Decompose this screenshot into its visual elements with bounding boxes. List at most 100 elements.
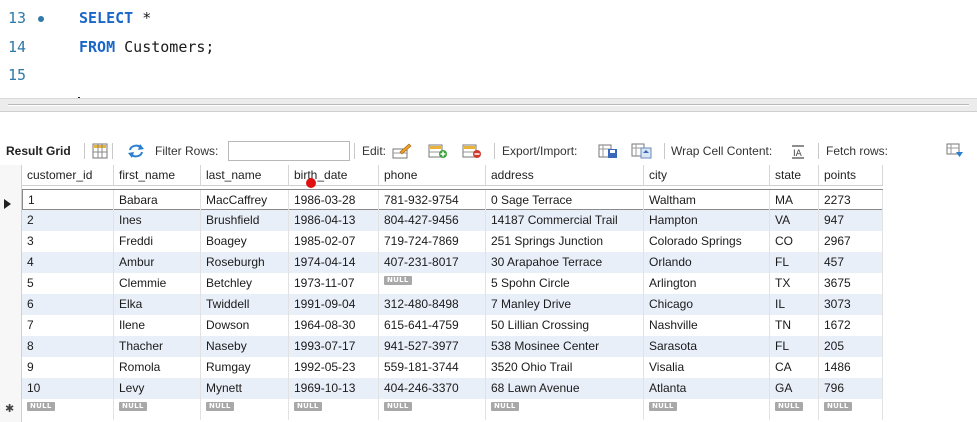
table-cell-city[interactable]: Hampton <box>644 210 770 231</box>
column-header-customer-id[interactable]: customer_id <box>22 165 114 186</box>
table-cell-address[interactable]: 68 Lawn Avenue <box>486 378 644 399</box>
table-cell-first-name[interactable]: Thacher <box>114 336 201 357</box>
table-cell-customer-id[interactable]: 7 <box>22 315 114 336</box>
sql-editor[interactable]: 13 SELECT * 14 FROM Customers; 15 <box>0 0 977 100</box>
table-cell-customer-id[interactable]: 8 <box>22 336 114 357</box>
column-header-first-name[interactable]: first_name <box>114 165 201 186</box>
table-cell-phone[interactable]: 404-246-3370 <box>379 378 486 399</box>
table-cell-phone[interactable]: NULL <box>379 399 486 420</box>
table-cell-state[interactable]: FL <box>770 252 819 273</box>
table-row[interactable]: 7 Ilene Dowson 1964-08-30 615-641-4759 50 Lil… <box>22 315 883 336</box>
table-cell-address[interactable]: 0 Sage Terrace <box>486 190 644 211</box>
table-cell-address[interactable]: 30 Arapahoe Terrace <box>486 252 644 273</box>
table-cell-customer-id[interactable]: 10 <box>22 378 114 399</box>
table-cell-phone[interactable]: 781-932-9754 <box>379 190 486 211</box>
table-cell-points[interactable]: 1486 <box>819 357 883 378</box>
column-header-row[interactable]: customer_id first_name last_name birth_date… <box>22 165 883 186</box>
table-cell-city[interactable]: Atlanta <box>644 378 770 399</box>
table-cell-phone[interactable]: 312-480-8498 <box>379 294 486 315</box>
table-cell-phone[interactable]: 407-231-8017 <box>379 252 486 273</box>
table-cell-phone[interactable]: 941-527-3977 <box>379 336 486 357</box>
table-cell-points[interactable]: 947 <box>819 210 883 231</box>
table-cell-state[interactable]: MA <box>770 190 819 211</box>
table-cell-address[interactable]: 3520 Ohio Trail <box>486 357 644 378</box>
table-cell-phone[interactable]: NULL <box>379 273 486 294</box>
table-cell-city[interactable]: Waltham <box>644 190 770 211</box>
table-cell-state[interactable]: TX <box>770 273 819 294</box>
import-icon[interactable] <box>631 143 653 159</box>
table-cell-birth-date[interactable]: 1986-04-13 <box>289 210 379 231</box>
table-cell-state[interactable]: TN <box>770 315 819 336</box>
table-cell-birth-date[interactable]: 1969-10-13 <box>289 378 379 399</box>
table-cell-birth-date[interactable]: 1973-11-07 <box>289 273 379 294</box>
table-cell-first-name[interactable]: Ambur <box>114 252 201 273</box>
table-cell-points[interactable]: 3073 <box>819 294 883 315</box>
table-cell-points[interactable]: NULL <box>819 399 883 420</box>
column-header-phone[interactable]: phone <box>379 165 486 186</box>
table-cell-last-name[interactable]: Betchley <box>201 273 289 294</box>
table-cell-points[interactable]: 796 <box>819 378 883 399</box>
table-cell-last-name[interactable]: Rumgay <box>201 357 289 378</box>
table-cell-state[interactable]: CO <box>770 231 819 252</box>
code-line-14[interactable]: 14 FROM Customers; <box>0 35 977 59</box>
table-cell-last-name[interactable]: Mynett <box>201 378 289 399</box>
table-cell-state[interactable]: GA <box>770 378 819 399</box>
table-cell-address[interactable]: 251 Springs Junction <box>486 231 644 252</box>
table-cell-city[interactable]: Colorado Springs <box>644 231 770 252</box>
table-cell-last-name[interactable]: Roseburgh <box>201 252 289 273</box>
table-row[interactable]: 4 Ambur Roseburgh 1974-04-14 407-231-8017 30 … <box>22 252 883 273</box>
table-cell-first-name[interactable]: Ilene <box>114 315 201 336</box>
table-cell-state[interactable]: CA <box>770 357 819 378</box>
table-cell-address[interactable]: 538 Mosinee Center <box>486 336 644 357</box>
table-row[interactable]: 9 Romola Rumgay 1992-05-23 559-181-3744 3520 … <box>22 357 883 378</box>
table-cell-phone[interactable]: 615-641-4759 <box>379 315 486 336</box>
code-text[interactable]: SELECT * <box>79 6 151 30</box>
table-cell-birth-date[interactable]: 1964-08-30 <box>289 315 379 336</box>
table-cell-birth-date[interactable]: 1974-04-14 <box>289 252 379 273</box>
edit-cell-icon[interactable] <box>392 143 412 159</box>
delete-row-icon[interactable] <box>462 143 482 159</box>
table-cell-first-name[interactable]: Elka <box>114 294 201 315</box>
table-cell-points[interactable]: 2967 <box>819 231 883 252</box>
table-cell-customer-id[interactable]: 4 <box>22 252 114 273</box>
table-cell-points[interactable]: 1672 <box>819 315 883 336</box>
table-row[interactable]: 1 Babara MacCaffrey 1986-03-28 781-932-9754 0… <box>22 189 883 211</box>
grid-view-icon[interactable] <box>92 143 108 159</box>
table-cell-points[interactable]: 205 <box>819 336 883 357</box>
table-cell-birth-date[interactable]: 1992-05-23 <box>289 357 379 378</box>
table-cell-customer-id[interactable]: 3 <box>22 231 114 252</box>
table-cell-first-name[interactable]: Romola <box>114 357 201 378</box>
table-cell-points[interactable]: 2273 <box>819 190 883 211</box>
code-line-15[interactable]: 15 <box>0 63 977 87</box>
table-cell-birth-date[interactable]: 1986-03-28 <box>289 190 379 211</box>
table-cell-last-name[interactable]: Boagey <box>201 231 289 252</box>
table-cell-phone[interactable]: 804-427-9456 <box>379 210 486 231</box>
table-cell-city[interactable]: Sarasota <box>644 336 770 357</box>
table-cell-state[interactable]: FL <box>770 336 819 357</box>
table-cell-birth-date[interactable]: 1993-07-17 <box>289 336 379 357</box>
refresh-icon[interactable] <box>127 143 145 159</box>
fetch-rows-icon[interactable] <box>946 143 964 159</box>
column-header-points[interactable]: points <box>819 165 883 186</box>
table-cell-customer-id[interactable]: 5 <box>22 273 114 294</box>
table-cell-last-name[interactable]: Naseby <box>201 336 289 357</box>
code-text[interactable]: FROM Customers; <box>79 35 214 59</box>
column-header-address[interactable]: address <box>486 165 644 186</box>
table-cell-last-name[interactable]: MacCaffrey <box>201 190 289 211</box>
table-cell-last-name[interactable]: Dowson <box>201 315 289 336</box>
column-header-last-name[interactable]: last_name <box>201 165 289 186</box>
table-cell-birth-date[interactable]: 1985-02-07 <box>289 231 379 252</box>
table-row[interactable]: NULL NULL NULL NULL NULL NULL NULL NULL NULL <box>22 399 883 420</box>
table-cell-address[interactable]: 50 Lillian Crossing <box>486 315 644 336</box>
table-cell-last-name[interactable]: NULL <box>201 399 289 420</box>
table-cell-city[interactable]: Arlington <box>644 273 770 294</box>
export-icon[interactable] <box>598 143 618 159</box>
table-row[interactable]: 2 Ines Brushfield 1986-04-13 804-427-9456 141… <box>22 210 883 231</box>
table-cell-city[interactable]: Chicago <box>644 294 770 315</box>
table-cell-city[interactable]: Visalia <box>644 357 770 378</box>
column-header-state[interactable]: state <box>770 165 819 186</box>
table-cell-address[interactable]: 7 Manley Drive <box>486 294 644 315</box>
wrap-text-icon[interactable]: IA <box>790 143 806 159</box>
table-cell-points[interactable]: 457 <box>819 252 883 273</box>
table-cell-first-name[interactable]: Freddi <box>114 231 201 252</box>
